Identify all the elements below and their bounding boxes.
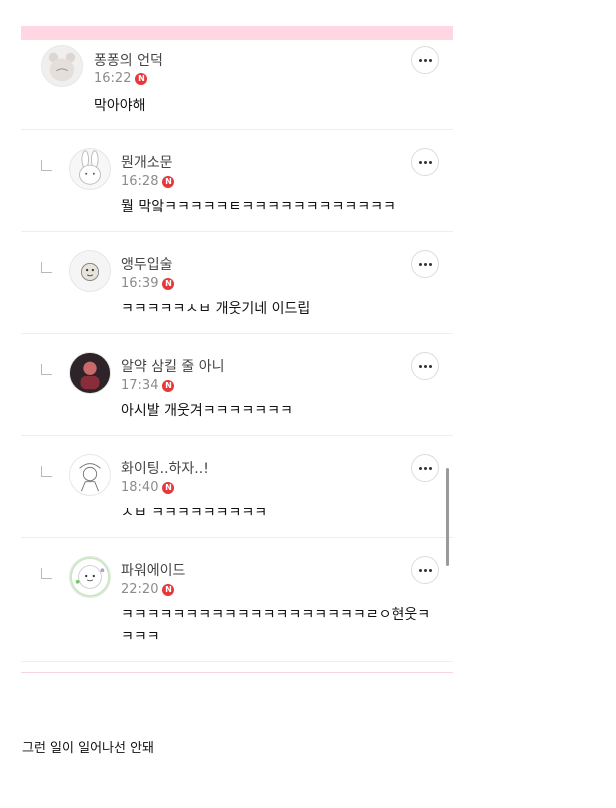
timestamp: 17:34 N [121,378,175,393]
scrollbar[interactable] [446,468,449,566]
bear-avatar-icon [42,46,82,86]
timestamp: 18:40 N [121,480,175,495]
footer-text: 그런 일이 일어나선 안돼 [22,741,154,756]
avatar[interactable] [69,556,111,598]
timestamp: 16:28 N [121,174,175,189]
new-badge-icon: N [162,379,175,392]
timestamp: 22:20 N [121,582,175,597]
comment-text-line: ㅋㅋㅋㅋㅋㅋㅋㅋㅋㅋㅋㅋㅋㅋㅋㅋㅋㅋㅋㄹㅇ현웃ㅋ [121,607,431,623]
nickname[interactable]: 파워에이드 [121,560,185,580]
time-text: 18:40 [121,480,159,495]
more-options-button[interactable] [411,46,439,74]
comment-text: 뭘 막앜ㅋㅋㅋㅋㅋㅌㅋㅋㅋㅋㅋㅋㅋㅋㅋㅋㅋㅋ [121,199,396,215]
more-dots-icon [418,160,422,164]
comment-text: ㅅㅂ ㅋㅋㅋㅋㅋㅋㅋㅋㅋ [121,505,268,521]
new-badge-icon: N [135,72,148,85]
more-dots-icon [418,466,422,470]
comment-text: ㅋㅋㅋㅋㅋㅅㅂ 개웃기네 이드립 [121,301,311,317]
time-text: 22:20 [121,582,159,597]
reply-arrow-icon [41,466,52,477]
more-dots-icon [418,262,422,266]
new-badge-icon: N [162,583,175,596]
avatar[interactable] [69,148,111,190]
avatar[interactable] [69,352,111,394]
time-text: 17:34 [121,378,159,393]
avatar[interactable] [69,250,111,292]
rabbit-avatar-icon [70,149,110,189]
more-dots-icon [418,364,422,368]
comment-item: 퐁퐁의 언덕 16:22 N 막아야해 [21,40,453,130]
character-avatar-icon [70,251,110,291]
nickname[interactable]: 퐁퐁의 언덕 [94,50,163,70]
more-dots-icon [418,58,422,62]
new-badge-icon: N [162,277,175,290]
nickname[interactable]: 화이팅..하자..! [121,458,209,478]
comment-text: ㅋㅋㅋㅋㅋㅋㅋㅋㅋㅋㅋㅋㅋㅋㅋㅋㅋㅋㅋㄹㅇ현웃ㅋ ㅋㅋㅋ [121,604,441,648]
comment-panel: 퐁퐁의 언덕 16:22 N 막아야해 뭔개소문 16:28 N 뭘 막앜ㅋㅋㅋ… [21,26,453,674]
comment-text: 아시발 개웃겨ㅋㅋㅋㅋㅋㅋㅋ [121,403,293,419]
time-text: 16:28 [121,174,159,189]
reply-item: 알약 삼킬 줄 아니 17:34 N 아시발 개웃겨ㅋㅋㅋㅋㅋㅋㅋ [21,334,453,436]
reply-arrow-icon [41,568,52,579]
comment-text-line: ㅋㅋㅋ [121,629,160,645]
more-options-button[interactable] [411,556,439,584]
sketch-avatar-icon [70,455,110,495]
nickname[interactable]: 뭔개소문 [121,152,173,172]
new-badge-icon: N [162,481,175,494]
reply-item: 파워에이드 22:20 N ㅋㅋㅋㅋㅋㅋㅋㅋㅋㅋㅋㅋㅋㅋㅋㅋㅋㅋㅋㄹㅇ현웃ㅋ ㅋ… [21,538,453,662]
more-dots-icon [418,568,422,572]
timestamp: 16:22 N [94,71,148,86]
more-options-button[interactable] [411,352,439,380]
comment-text: 막아야해 [94,98,146,114]
more-options-button[interactable] [411,454,439,482]
more-options-button[interactable] [411,148,439,176]
reply-arrow-icon [41,262,52,273]
new-badge-icon: N [162,175,175,188]
nickname[interactable]: 앵두입술 [121,254,173,274]
avatar[interactable] [41,45,83,87]
photo-avatar-icon [70,353,110,393]
time-text: 16:39 [121,276,159,291]
reply-item: 뭔개소문 16:28 N 뭘 막앜ㅋㅋㅋㅋㅋㅌㅋㅋㅋㅋㅋㅋㅋㅋㅋㅋㅋㅋ [21,130,453,232]
time-text: 16:22 [94,71,132,86]
more-options-button[interactable] [411,250,439,278]
avatar[interactable] [69,454,111,496]
accent-strip [21,26,453,40]
timestamp: 16:39 N [121,276,175,291]
mascot-avatar-icon [70,557,110,597]
nickname[interactable]: 알약 삼킬 줄 아니 [121,356,225,376]
reply-arrow-icon [41,160,52,171]
reply-item: 화이팅..하자..! 18:40 N ㅅㅂ ㅋㅋㅋㅋㅋㅋㅋㅋㅋ [21,436,453,538]
panel-bottom-divider [21,672,453,673]
reply-arrow-icon [41,364,52,375]
reply-item: 앵두입술 16:39 N ㅋㅋㅋㅋㅋㅅㅂ 개웃기네 이드립 [21,232,453,334]
